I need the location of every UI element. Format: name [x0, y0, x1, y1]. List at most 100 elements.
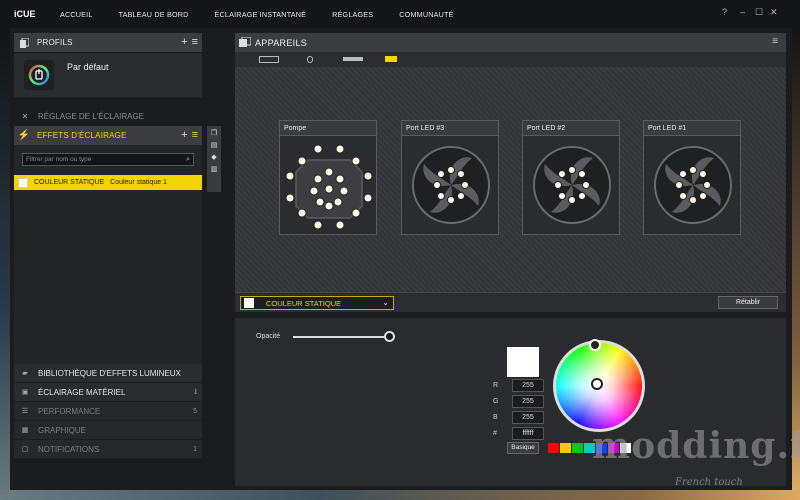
watermark-tagline: French touch — [675, 477, 743, 488]
hex-label: # — [493, 430, 497, 437]
library-icon: ▰ — [22, 370, 28, 377]
lighting-setup-title: RÉGLAGE DE L'ÉCLAIRAGE — [38, 111, 145, 121]
keyboard-icon[interactable] — [259, 56, 279, 63]
blue-label: B — [493, 414, 498, 421]
nav-settings[interactable]: RÉGLAGES — [332, 10, 373, 19]
effect-color-swatch — [18, 177, 28, 188]
reset-button[interactable]: Rétablir — [718, 296, 778, 309]
profiles-icon — [17, 36, 31, 50]
pump-leds — [285, 144, 373, 230]
layer-icon[interactable]: ◆ — [211, 153, 216, 161]
effect-tools: ❐ ▤ ◆ ▥ — [207, 126, 221, 192]
opacity-label: Opacité — [256, 333, 281, 340]
menu-hardware-lighting[interactable]: ▣ ÉCLAIRAGE MATÉRIEL ℹ — [14, 383, 202, 402]
device-card-pump[interactable]: Pompe — [279, 120, 377, 235]
blue-input[interactable]: 255 — [512, 411, 544, 424]
color-wheel[interactable] — [553, 340, 645, 432]
menu-performance[interactable]: ☰ PERFORMANCE 5 — [14, 402, 202, 421]
nav-instant-lighting[interactable]: ÉCLAIRAGE INSTANTANÉ — [215, 10, 307, 19]
desktop-edge-bottom — [0, 490, 800, 500]
lighting-setup-row[interactable]: ✕ RÉGLAGE DE L'ÉCLAIRAGE — [14, 107, 202, 125]
device-label: Port LED #1 — [644, 121, 740, 136]
bottom-menu: ▰ BIBLIOTHÈQUE D'EFFETS LUMINEUX ▣ ÉCLAI… — [14, 364, 202, 459]
effects-header: ⚡ EFFETS D'ÉCLAIRAGE + ≡ — [14, 126, 202, 145]
desktop-edge-left — [0, 28, 10, 500]
effects-menu-button[interactable]: ≡ — [192, 129, 198, 141]
trash-icon[interactable]: ▥ — [211, 165, 218, 173]
color-preview — [507, 347, 539, 377]
wrench-icon: ✕ — [21, 111, 29, 121]
green-label: G — [493, 398, 499, 405]
copy-icon[interactable]: ❐ — [211, 129, 217, 137]
red-label: R — [493, 382, 499, 389]
devices-icon — [239, 36, 252, 49]
menu-notifications[interactable]: ▢ NOTIFICATIONS 1 — [14, 440, 202, 459]
search-icon: ⌕ — [186, 156, 190, 163]
nav-home[interactable]: ACCUEIL — [60, 10, 93, 19]
add-profile-button[interactable]: + — [181, 36, 187, 48]
effects-search-input[interactable]: Filtrer par nom ou type ⌕ — [22, 153, 194, 166]
paste-icon[interactable]: ▤ — [211, 141, 218, 149]
effect-type: COULEUR STATIQUE — [34, 179, 105, 186]
info-icon[interactable]: ℹ — [194, 388, 197, 396]
notifications-count: 1 — [193, 445, 197, 453]
search-placeholder: Filtrer par nom ou type — [26, 156, 92, 163]
devices-menu-icon[interactable]: ≡ — [772, 36, 778, 47]
menu-graph[interactable]: ▦ GRAPHIQUE — [14, 421, 202, 440]
swatch-green[interactable] — [572, 443, 583, 453]
basic-colors-button[interactable]: Basique — [507, 442, 539, 454]
device-label: Port LED #3 — [402, 121, 498, 136]
device-card-led-port-1[interactable]: Port LED #1 — [643, 120, 741, 235]
device-tabs — [235, 52, 786, 67]
profiles-header: PROFILS + ≡ — [14, 33, 202, 52]
add-effect-button[interactable]: + — [181, 129, 187, 141]
notification-icon: ▢ — [21, 446, 29, 453]
blue-field: B 255 — [490, 411, 550, 424]
green-field: G 255 — [490, 395, 550, 408]
mouse-icon[interactable] — [307, 56, 313, 63]
graph-icon: ▦ — [21, 427, 29, 434]
app-logo[interactable]: iCUE — [14, 9, 60, 19]
nav-community[interactable]: COMMUNAUTÉ — [399, 10, 453, 19]
devices-title: APPAREILS — [255, 37, 308, 48]
minimize-button[interactable]: – — [740, 8, 745, 17]
close-button[interactable]: ✕ — [770, 8, 778, 17]
profile-card[interactable]: Par défaut — [14, 53, 202, 97]
profiles-menu-button[interactable]: ≡ — [192, 36, 198, 48]
chevron-down-icon: ⌄ — [382, 298, 389, 307]
menu-effects-library[interactable]: ▰ BIBLIOTHÈQUE D'EFFETS LUMINEUX — [14, 364, 202, 383]
opacity-slider-knob[interactable] — [384, 331, 395, 342]
effect-name: Couleur statique 1 — [110, 179, 167, 186]
effect-list-item[interactable]: COULEUR STATIQUE Couleur statique 1 — [14, 175, 202, 190]
commander-icon[interactable] — [385, 56, 397, 62]
hardware-icon: ▣ — [21, 389, 29, 396]
swatch-red[interactable] — [548, 443, 559, 453]
profiles-title: PROFILS — [37, 38, 73, 47]
color-wheel-selector[interactable] — [591, 378, 603, 390]
nav-dashboard[interactable]: TABLEAU DE BORD — [119, 10, 189, 19]
profile-name: Par défaut — [67, 62, 109, 72]
brightness-selector[interactable] — [589, 339, 601, 351]
headset-stand-icon[interactable] — [343, 57, 363, 61]
performance-icon: ☰ — [21, 408, 29, 415]
fan-icon — [654, 146, 732, 224]
watermark-logo: modding.fr — [592, 425, 800, 467]
opacity-slider-track[interactable] — [293, 336, 389, 338]
device-label: Pompe — [280, 121, 376, 136]
red-field: R 255 — [490, 379, 550, 392]
profile-logo-icon — [24, 60, 54, 90]
device-label: Port LED #2 — [523, 121, 619, 136]
effect-type-dropdown[interactable]: COULEUR STATIQUE ⌄ — [240, 296, 394, 310]
device-card-led-port-3[interactable]: Port LED #3 — [401, 120, 499, 235]
effects-title: EFFETS D'ÉCLAIRAGE — [37, 131, 127, 140]
red-input[interactable]: 255 — [512, 379, 544, 392]
hex-input[interactable]: ffffff — [512, 427, 544, 440]
help-button[interactable]: ? — [722, 8, 727, 17]
lightning-icon: ⚡ — [17, 130, 31, 141]
fan-icon — [533, 146, 611, 224]
maximize-button[interactable]: ☐ — [755, 8, 763, 17]
green-input[interactable]: 255 — [512, 395, 544, 408]
device-card-led-port-2[interactable]: Port LED #2 — [522, 120, 620, 235]
swatch-yellow[interactable] — [560, 443, 571, 453]
effect-color-swatch — [244, 298, 254, 308]
